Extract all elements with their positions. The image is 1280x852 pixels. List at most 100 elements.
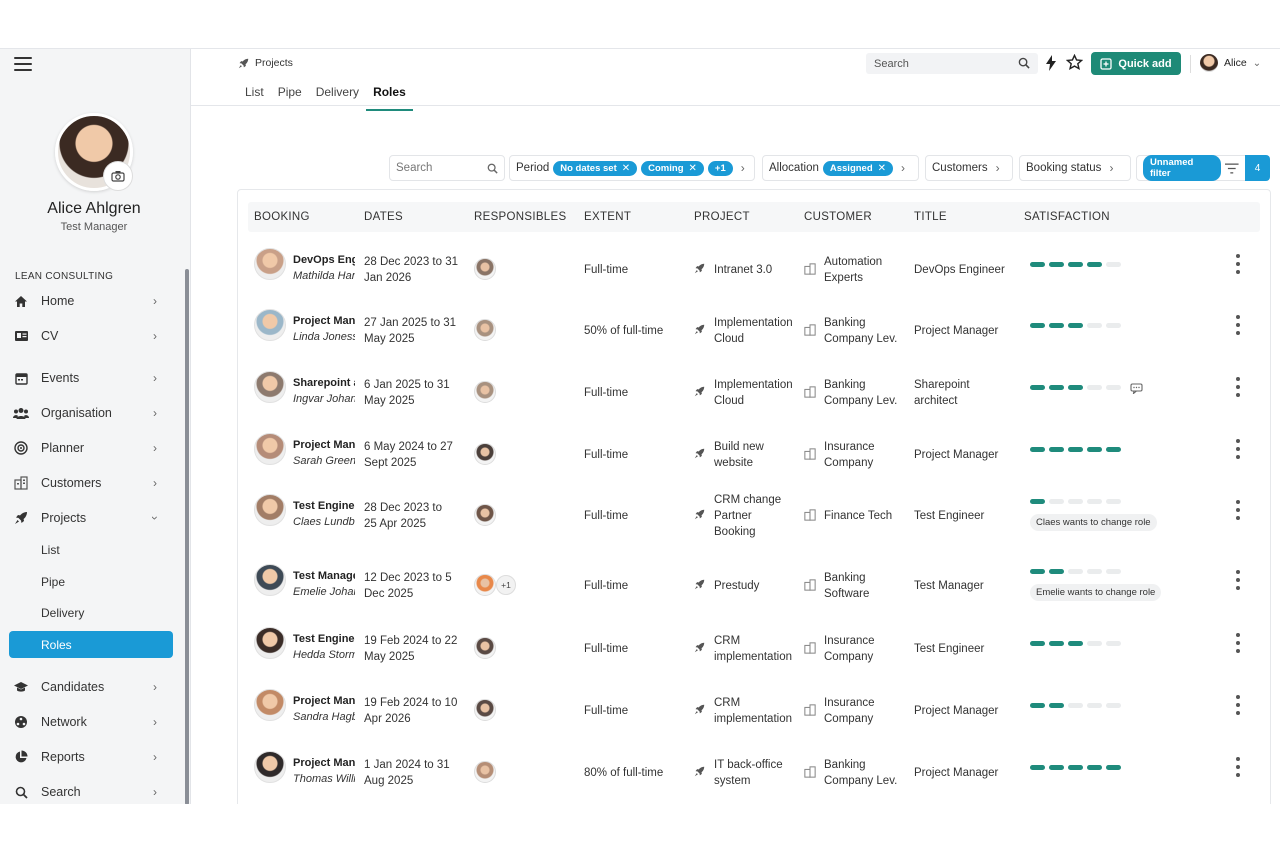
filter-booking-status[interactable]: Booking status › [1019, 155, 1131, 181]
tab-list[interactable]: List [238, 83, 271, 111]
filter-search-input[interactable]: Search [389, 155, 505, 181]
table-row[interactable]: Test Engineer Hedda Storm 19 Feb 2024 to 2… [248, 613, 1260, 674]
row-menu-icon[interactable] [1234, 439, 1242, 459]
camera-icon[interactable] [103, 161, 133, 191]
booking-cell[interactable]: DevOps Engineer Mathilda Hansson [293, 252, 355, 284]
responsible-avatar[interactable] [474, 574, 496, 596]
customer-cell[interactable]: Insurance Company [824, 633, 875, 665]
table-row[interactable]: Sharepoint architect Ingvar Johansson 6 Ja… [248, 357, 1260, 418]
responsible-avatar[interactable] [474, 319, 496, 341]
menu-icon[interactable] [14, 57, 32, 71]
column-header-extent[interactable]: EXTENT [584, 211, 631, 223]
project-cell[interactable]: IT back-office system [714, 757, 796, 789]
unnamed-filter-pill[interactable]: Unnamed filter [1143, 155, 1222, 181]
filter-period[interactable]: Period No dates set ✕ Coming ✕ +1 › [509, 155, 755, 181]
satisfaction-rating[interactable] [1030, 323, 1121, 328]
sidebar-item-projects[interactable]: Projects › [0, 503, 184, 533]
column-header-satisfaction[interactable]: SATISFACTION [1024, 211, 1110, 223]
booking-cell[interactable]: Test Engineer Hedda Storm [293, 631, 355, 663]
global-search-input[interactable]: Search [866, 53, 1038, 74]
satisfaction-rating[interactable] [1030, 569, 1121, 574]
customer-cell[interactable]: Insurance Company [824, 439, 875, 471]
responsible-avatar[interactable] [474, 761, 496, 783]
project-cell[interactable]: CRM change Partner Booking [714, 492, 796, 540]
row-menu-icon[interactable] [1234, 315, 1242, 335]
close-icon[interactable]: ✕ [689, 163, 697, 174]
responsible-avatar[interactable] [474, 504, 496, 526]
breadcrumb[interactable]: Projects [238, 57, 293, 69]
sidebar-subitem-list[interactable]: List [41, 543, 60, 557]
sidebar-item-network[interactable]: Network › [0, 707, 184, 737]
sidebar-item-organisation[interactable]: Organisation › [0, 398, 184, 428]
close-icon[interactable]: ✕ [878, 163, 886, 174]
filter-count-badge[interactable]: 4 [1245, 155, 1270, 181]
sidebar-item-cv[interactable]: CV › [0, 321, 184, 351]
booking-cell[interactable]: Project Manager Sandra Hagberg [293, 693, 355, 725]
booking-cell[interactable]: Test Engineer Claes Lundberg [293, 498, 355, 530]
sidebar-item-customers[interactable]: Customers › [0, 468, 184, 498]
project-cell[interactable]: Implementation Cloud [714, 315, 796, 347]
sidebar-item-home[interactable]: Home › [0, 286, 184, 316]
sidebar-subitem-pipe[interactable]: Pipe [41, 575, 65, 589]
project-cell[interactable]: Intranet 3.0 [714, 262, 796, 278]
lightning-icon[interactable] [1045, 55, 1057, 71]
tab-delivery[interactable]: Delivery [309, 83, 366, 111]
customer-cell[interactable]: Banking Software [824, 570, 869, 602]
sidebar-subitem-delivery[interactable]: Delivery [41, 606, 84, 620]
booking-cell[interactable]: Project Manager Thomas Williams [293, 755, 355, 787]
quick-add-button[interactable]: Quick add [1091, 52, 1181, 75]
satisfaction-rating[interactable] [1030, 703, 1121, 708]
project-cell[interactable]: Implementation Cloud [714, 377, 796, 409]
table-row[interactable]: Project Manager Thomas Williams 1 Jan 2024… [248, 737, 1260, 798]
filter-pill-assigned[interactable]: Assigned ✕ [822, 160, 894, 176]
responsible-avatar[interactable] [474, 258, 496, 280]
sidebar-item-candidates[interactable]: Candidates › [0, 672, 184, 702]
booking-cell[interactable]: Sharepoint architect Ingvar Johansson [293, 375, 355, 407]
column-header-dates[interactable]: DATES [364, 211, 403, 223]
filter-pill-no-dates[interactable]: No dates set ✕ [553, 160, 638, 176]
sidebar-item-search[interactable]: Search › [0, 777, 184, 804]
sidebar-item-reports[interactable]: Reports › [0, 742, 184, 772]
column-header-project[interactable]: PROJECT [694, 211, 750, 223]
customer-cell[interactable]: Banking Company Lev. [824, 377, 897, 409]
column-header-responsibles[interactable]: RESPONSIBLES [474, 211, 566, 223]
filter-icon[interactable] [1225, 163, 1239, 174]
customer-cell[interactable]: Banking Company Lev. [824, 315, 897, 347]
table-row[interactable]: Test Engineer Claes Lundberg 28 Dec 2023 t… [248, 480, 1260, 541]
satisfaction-rating[interactable] [1030, 385, 1121, 390]
filter-allocation[interactable]: Allocation Assigned ✕ › [762, 155, 919, 181]
column-header-booking[interactable]: BOOKING [254, 211, 310, 223]
responsible-avatar[interactable] [474, 381, 496, 403]
customer-cell[interactable]: Banking Company Lev. [824, 757, 897, 789]
table-row[interactable]: Project Manager Sarah Green 6 May 2024 to … [248, 419, 1260, 480]
star-icon[interactable] [1066, 54, 1083, 71]
satisfaction-rating[interactable] [1030, 499, 1121, 504]
table-row[interactable]: Project Manager Sandra Hagberg 19 Feb 2024… [248, 675, 1260, 736]
project-cell[interactable]: Prestudy [714, 578, 796, 594]
table-row[interactable]: DevOps Engineer Mathilda Hansson 28 Dec 20… [248, 234, 1260, 295]
customer-cell[interactable]: Insurance Company [824, 695, 875, 727]
project-cell[interactable]: CRM implementation [714, 633, 796, 665]
tab-pipe[interactable]: Pipe [271, 83, 309, 111]
column-header-customer[interactable]: CUSTOMER [804, 211, 872, 223]
row-menu-icon[interactable] [1234, 633, 1242, 653]
responsible-avatar[interactable] [474, 699, 496, 721]
row-menu-icon[interactable] [1234, 254, 1242, 274]
filter-pill-more[interactable]: +1 [707, 160, 733, 176]
row-menu-icon[interactable] [1234, 695, 1242, 715]
satisfaction-rating[interactable] [1030, 447, 1121, 452]
satisfaction-rating[interactable] [1030, 765, 1121, 770]
row-menu-icon[interactable] [1234, 757, 1242, 777]
column-header-title[interactable]: TITLE [914, 211, 947, 223]
sidebar-scrollbar[interactable] [185, 269, 189, 804]
filter-pill-coming[interactable]: Coming ✕ [641, 160, 704, 176]
filter-customers[interactable]: Customers › [925, 155, 1013, 181]
table-row[interactable]: Test Manager Emelie Johansson 12 Dec 2023 … [248, 550, 1260, 611]
close-icon[interactable]: ✕ [622, 163, 630, 174]
satisfaction-rating[interactable] [1030, 641, 1121, 646]
satisfaction-rating[interactable] [1030, 262, 1121, 267]
user-menu[interactable]: Alice ⌄ [1200, 54, 1261, 72]
more-responsibles-badge[interactable]: +1 [496, 575, 516, 595]
row-menu-icon[interactable] [1234, 500, 1242, 520]
tab-roles[interactable]: Roles [366, 83, 413, 111]
